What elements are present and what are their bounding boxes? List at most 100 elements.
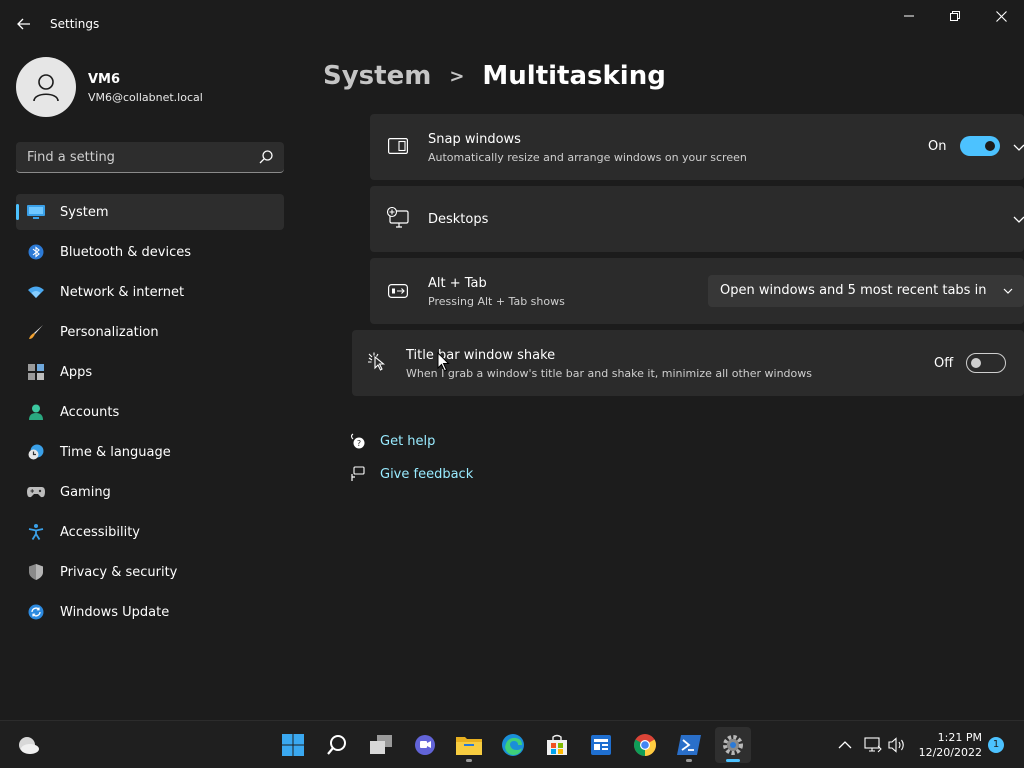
volume-icon[interactable] (888, 736, 906, 754)
alt-tab-icon (387, 281, 409, 301)
snap-windows-title: Snap windows (428, 132, 521, 147)
restore-icon (950, 11, 960, 21)
sidebar-item-windows-update[interactable]: Windows Update (16, 594, 284, 630)
page-title: Multitasking (482, 61, 666, 91)
alt-tab-dropdown[interactable]: Open windows and 5 most recent tabs in M (708, 275, 1024, 307)
clock-date: 12/20/2022 (918, 746, 982, 759)
alt-tab-dropdown-value: Open windows and 5 most recent tabs in M (720, 283, 990, 298)
sidebar-item-label: Personalization (60, 324, 159, 340)
sidebar-item-accounts[interactable]: Accounts (16, 394, 284, 430)
taskbar-store[interactable] (539, 727, 575, 763)
alt-tab-description: Pressing Alt + Tab shows (428, 295, 565, 308)
mouse-cursor-icon (437, 352, 450, 372)
restore-button[interactable] (932, 0, 978, 32)
title-bar-shake-description: When I grab a window's title bar and sha… (406, 367, 812, 380)
sidebar-item-accessibility[interactable]: Accessibility (16, 514, 284, 550)
running-indicator (686, 759, 692, 762)
taskbar-start[interactable] (275, 727, 311, 763)
avatar (16, 57, 76, 117)
close-button[interactable] (978, 0, 1024, 32)
taskbar-chrome[interactable] (627, 727, 663, 763)
get-help-link[interactable]: ? Get help (350, 431, 435, 451)
sidebar-item-privacy-security[interactable]: Privacy & security (16, 554, 284, 590)
give-feedback-label: Give feedback (380, 466, 474, 482)
sidebar-item-system[interactable]: System (16, 194, 284, 230)
title-bar: Settings (0, 0, 1024, 48)
weather-icon[interactable] (16, 734, 40, 756)
arrow-left-icon (17, 18, 30, 30)
sidebar-item-apps[interactable]: Apps (16, 354, 284, 390)
chevron-down-icon (1003, 288, 1013, 294)
task-view-icon (370, 735, 392, 754)
bluetooth-icon (27, 244, 45, 260)
taskbar-settings[interactable] (715, 727, 751, 763)
apps-icon (27, 364, 45, 380)
window-shake-icon (366, 352, 388, 372)
network-icon[interactable] (864, 736, 882, 754)
store-icon (547, 734, 567, 755)
give-feedback-link[interactable]: Give feedback (350, 464, 473, 484)
snap-windows-card[interactable]: Snap windows Automatically resize and ar… (370, 114, 1024, 180)
sidebar-item-bluetooth[interactable]: Bluetooth & devices (16, 234, 284, 270)
chevron-down-icon[interactable] (1012, 212, 1024, 226)
minimize-icon (904, 15, 914, 17)
sidebar-item-gaming[interactable]: Gaming (16, 474, 284, 510)
taskbar-task-view[interactable] (363, 727, 399, 763)
desktops-card[interactable]: Desktops (370, 186, 1024, 252)
title-bar-shake-card[interactable]: Title bar window shake When I grab a win… (352, 330, 1024, 396)
close-icon (995, 10, 1007, 22)
notification-badge[interactable]: 1 (988, 737, 1004, 753)
search-icon[interactable] (258, 149, 274, 165)
sidebar-item-label: Windows Update (60, 604, 170, 620)
sidebar-item-label: System (60, 204, 109, 220)
taskbar-search[interactable] (319, 727, 355, 763)
sidebar-item-network[interactable]: Network & internet (16, 274, 284, 310)
sidebar-item-label: Accessibility (60, 524, 140, 540)
person-icon (27, 404, 45, 420)
snap-windows-toggle-label: On (928, 139, 947, 154)
sidebar-item-personalization[interactable]: Personalization (16, 314, 284, 350)
toggle-knob (985, 141, 995, 151)
sidebar-item-time-language[interactable]: Time & language (16, 434, 284, 470)
powershell-icon (677, 735, 701, 755)
snap-windows-description: Automatically resize and arrange windows… (428, 151, 747, 164)
taskbar-powershell[interactable] (671, 727, 707, 763)
title-bar-shake-toggle[interactable] (966, 353, 1006, 373)
taskbar-chat[interactable] (407, 727, 443, 763)
snap-windows-toggle[interactable] (960, 136, 1000, 156)
breadcrumb-separator: > (449, 65, 465, 87)
accessibility-icon (27, 524, 45, 540)
taskbar-clock[interactable]: 1:21 PM 12/20/2022 (912, 730, 982, 760)
clock-time: 1:21 PM (937, 731, 982, 744)
user-avatar-icon (33, 74, 59, 102)
gamepad-icon (27, 484, 45, 500)
desktops-title: Desktops (428, 212, 489, 227)
search-input[interactable] (16, 142, 246, 172)
taskbar-file-explorer[interactable] (451, 727, 487, 763)
start-icon (282, 734, 304, 756)
chevron-up-icon[interactable] (836, 736, 854, 754)
update-icon (27, 604, 45, 620)
news-icon (591, 735, 611, 755)
alt-tab-title: Alt + Tab (428, 276, 487, 291)
help-icon: ? (350, 433, 366, 449)
user-profile[interactable]: VM6 VM6@collabnet.local (16, 57, 286, 117)
sidebar-item-label: Network & internet (60, 284, 185, 300)
get-help-label: Get help (380, 433, 436, 449)
taskbar-edge[interactable] (495, 727, 531, 763)
search-icon (327, 735, 346, 755)
app-title: Settings (50, 17, 100, 31)
sidebar-nav: System Bluetooth & devices Network & int… (16, 194, 284, 634)
profile-email: VM6@collabnet.local (88, 91, 203, 104)
taskbar-news[interactable] (583, 727, 619, 763)
running-indicator (466, 759, 472, 762)
sidebar-item-label: Accounts (60, 404, 120, 420)
breadcrumb-parent[interactable]: System (323, 61, 431, 91)
file-explorer-icon (456, 737, 482, 755)
shield-icon (27, 564, 45, 580)
back-button[interactable] (8, 8, 40, 40)
chevron-down-icon[interactable] (1012, 140, 1024, 154)
minimize-button[interactable] (886, 0, 932, 32)
feedback-icon (350, 466, 366, 482)
sidebar-item-label: Bluetooth & devices (60, 244, 191, 260)
